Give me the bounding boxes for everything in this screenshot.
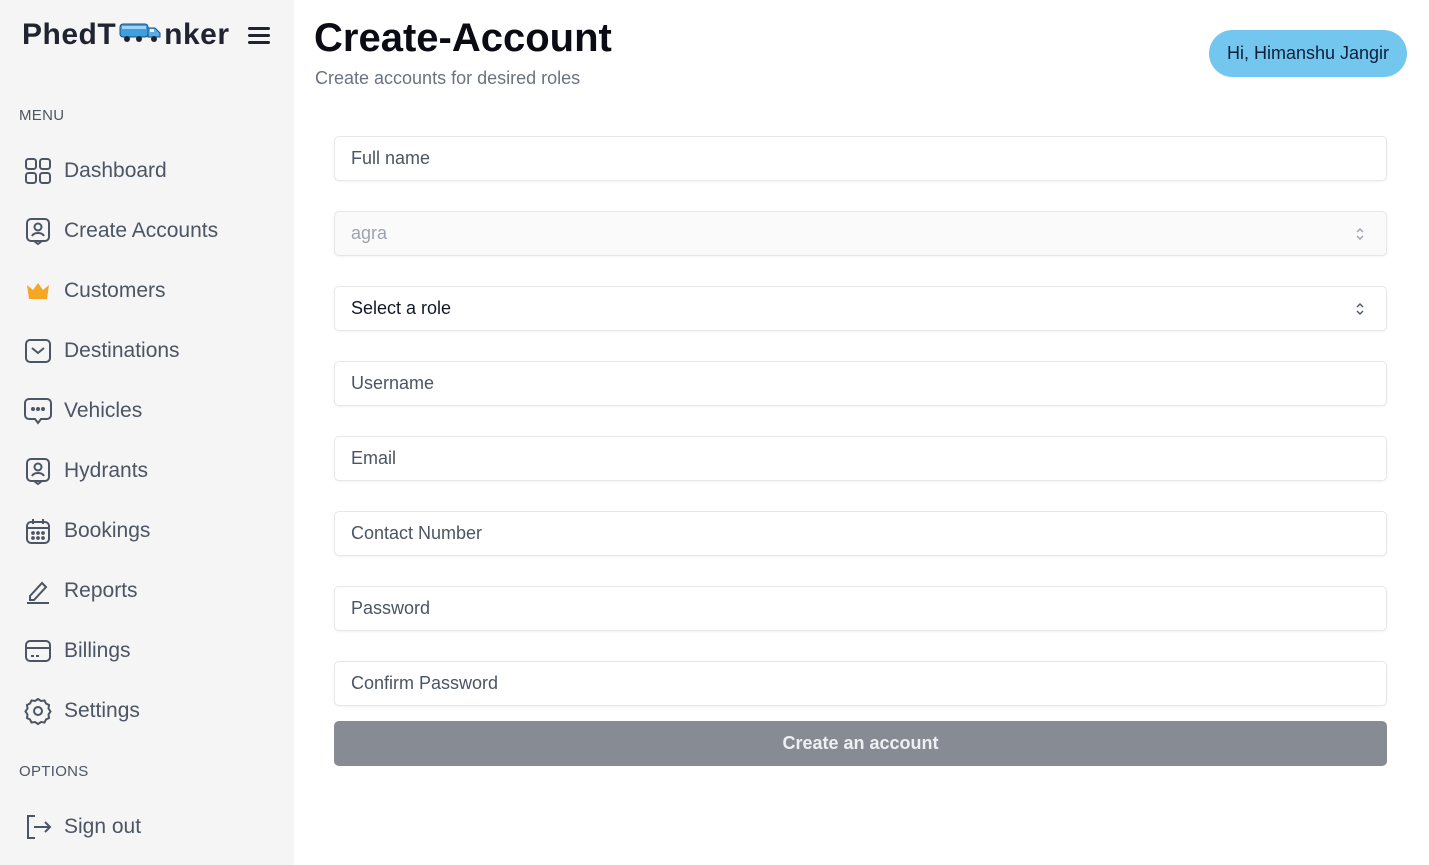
create-account-button[interactable]: Create an account — [334, 721, 1387, 766]
page-title: Create-Account — [314, 16, 612, 60]
sidebar-item-dashboard[interactable]: Dashboard — [22, 151, 167, 191]
username-input[interactable] — [351, 373, 1386, 394]
user-greeting-button[interactable]: Hi, Himanshu Jangir — [1209, 30, 1407, 77]
confirm-password-input[interactable] — [351, 673, 1386, 694]
sidebar-item-label: Dashboard — [64, 159, 167, 182]
sidebar-item-billings[interactable]: Billings — [22, 631, 131, 671]
user-badge-icon — [22, 455, 54, 487]
page-subtitle: Create accounts for desired roles — [315, 68, 581, 88]
user-badge-icon — [22, 215, 54, 247]
sidebar: PhedT nker MENU Dashboard Create Account… — [0, 0, 294, 865]
water-tanker-icon — [118, 18, 162, 52]
chat-bubble-icon — [22, 395, 54, 427]
chevron-up-down-icon — [1356, 303, 1364, 315]
full-name-field[interactable] — [334, 136, 1387, 181]
options-section-label: OPTIONS — [19, 763, 89, 780]
role-select[interactable]: Select a role — [334, 286, 1387, 331]
contact-number-field[interactable] — [334, 511, 1387, 556]
gear-icon — [22, 695, 54, 727]
sidebar-item-destinations[interactable]: Destinations — [22, 331, 180, 371]
sidebar-item-label: Vehicles — [64, 399, 143, 422]
brand-name-prefix: PhedT — [22, 18, 117, 51]
brand-logo[interactable]: PhedT nker — [22, 18, 230, 52]
sidebar-item-vehicles[interactable]: Vehicles — [22, 391, 142, 431]
sign-out-button[interactable]: Sign out — [22, 807, 141, 847]
email-field[interactable] — [334, 436, 1387, 481]
sidebar-item-label: Hydrants — [64, 459, 149, 482]
menu-section-label: MENU — [19, 107, 65, 124]
brand-name-suffix: nker — [164, 18, 230, 51]
city-select-value: agra — [351, 223, 388, 243]
sidebar-item-customers[interactable]: Customers — [22, 271, 166, 311]
pen-icon — [22, 575, 54, 607]
sidebar-item-hydrants[interactable]: Hydrants — [22, 451, 148, 491]
sidebar-item-reports[interactable]: Reports — [22, 571, 138, 611]
full-name-input[interactable] — [351, 148, 1386, 169]
sidebar-item-settings[interactable]: Settings — [22, 691, 140, 731]
contact-number-input[interactable] — [351, 523, 1386, 544]
password-field[interactable] — [334, 586, 1387, 631]
hamburger-menu-icon[interactable] — [246, 24, 272, 46]
calendar-icon — [22, 515, 54, 547]
sidebar-item-label: Bookings — [64, 519, 151, 542]
role-select-value: Select a role — [351, 298, 452, 318]
sidebar-item-label: Settings — [64, 699, 140, 722]
email-input[interactable] — [351, 448, 1386, 469]
chevron-up-down-icon — [1356, 228, 1364, 240]
sidebar-item-label: Customers — [64, 279, 166, 302]
password-input[interactable] — [351, 598, 1386, 619]
sign-out-label: Sign out — [64, 815, 142, 838]
sidebar-item-label: Reports — [64, 579, 138, 602]
grid-icon — [22, 155, 54, 187]
sidebar-item-label: Billings — [64, 639, 131, 662]
sidebar-item-label: Create Accounts — [64, 219, 219, 242]
sign-out-icon — [22, 811, 54, 843]
inbox-icon — [22, 335, 54, 367]
username-field[interactable] — [334, 361, 1387, 406]
sidebar-item-label: Destinations — [64, 339, 180, 362]
sidebar-item-create-accounts[interactable]: Create Accounts — [22, 211, 218, 251]
confirm-password-field[interactable] — [334, 661, 1387, 706]
card-icon — [22, 635, 54, 667]
crown-icon — [22, 275, 54, 307]
city-select[interactable]: agra — [334, 211, 1387, 256]
sidebar-item-bookings[interactable]: Bookings — [22, 511, 150, 551]
